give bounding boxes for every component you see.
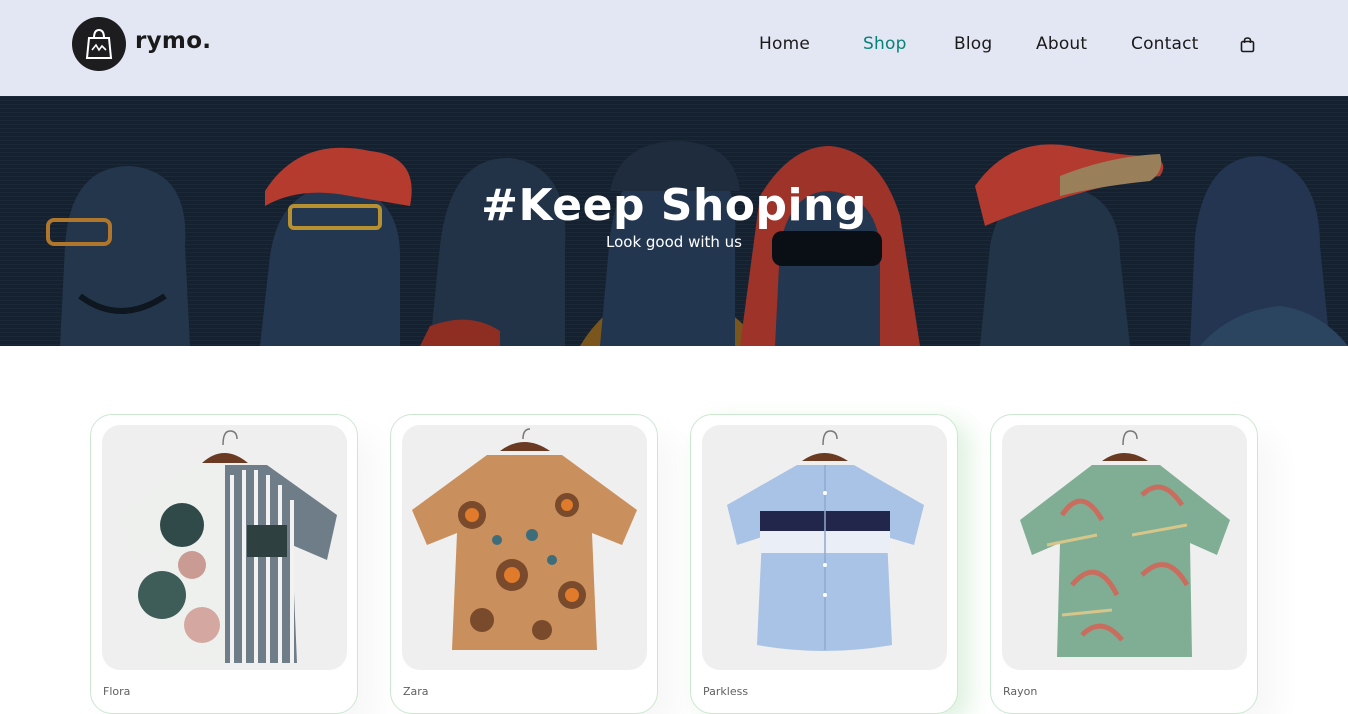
- hero-title: #Keep Shoping: [481, 180, 867, 231]
- product-card[interactable]: Zara: [390, 414, 658, 714]
- product-brand: Parkless: [703, 685, 749, 698]
- product-image[interactable]: [102, 425, 347, 670]
- hero-subtitle: Look good with us: [606, 233, 742, 251]
- nav-contact[interactable]: Contact: [1131, 34, 1199, 54]
- shopping-bag-icon[interactable]: [1240, 37, 1255, 53]
- site-header: rymo. Home Shop Blog About Contact: [0, 0, 1348, 96]
- nav-shop[interactable]: Shop: [863, 34, 907, 54]
- brand-name[interactable]: rymo.: [135, 28, 211, 54]
- product-card[interactable]: Rayon: [990, 414, 1258, 714]
- product-image[interactable]: [702, 425, 947, 670]
- product-brand: Zara: [403, 685, 429, 698]
- nav-about[interactable]: About: [1036, 34, 1087, 54]
- product-image[interactable]: [1002, 425, 1247, 670]
- product-image[interactable]: [402, 425, 647, 670]
- product-brand: Rayon: [1003, 685, 1038, 698]
- product-brand: Flora: [103, 685, 131, 698]
- product-card[interactable]: Flora: [90, 414, 358, 714]
- logo-icon[interactable]: [72, 17, 126, 71]
- product-card[interactable]: Parkless: [690, 414, 958, 714]
- nav-blog[interactable]: Blog: [954, 34, 992, 54]
- nav-home[interactable]: Home: [759, 34, 810, 54]
- hero-banner: #Keep Shoping Look good with us: [0, 96, 1348, 346]
